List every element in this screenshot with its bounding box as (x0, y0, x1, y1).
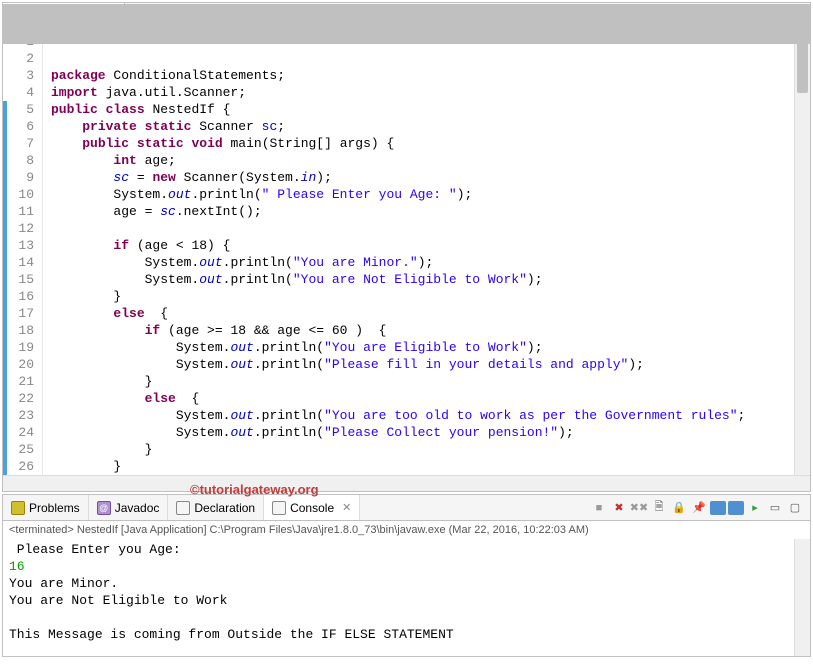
javadoc-icon: @ (97, 501, 111, 515)
vertical-scrollbar[interactable] (794, 29, 810, 475)
console-status: <terminated> NestedIf [Java Application]… (3, 521, 810, 539)
console-toolbar: ■ ✖ ✖✖ 🗎 🔒 📌 ▸ ▭ ▢ (590, 499, 804, 517)
bottom-pane: Problems @ Javadoc Declaration Console ✕… (2, 494, 811, 657)
remove-all-icon[interactable]: ✖✖ (630, 499, 648, 517)
console-icon (272, 501, 286, 515)
maximize-pane-icon[interactable]: ▢ (786, 499, 804, 517)
console-scrollbar[interactable] (794, 539, 810, 656)
horizontal-scrollbar[interactable] (3, 475, 810, 491)
tab-declaration[interactable]: Declaration (168, 495, 264, 520)
pin-console-icon[interactable]: 📌 (690, 499, 708, 517)
tab-javadoc[interactable]: @ Javadoc (89, 495, 169, 520)
minimize-pane-icon[interactable]: ▭ (766, 499, 784, 517)
bottom-tab-bar: Problems @ Javadoc Declaration Console ✕… (3, 495, 810, 521)
line-gutter: 1234567891011121314151617181920212223242… (3, 29, 43, 475)
terminate-icon[interactable]: ■ (590, 499, 608, 517)
code-area[interactable]: 1234567891011121314151617181920212223242… (3, 29, 810, 475)
tab-problems[interactable]: Problems (3, 495, 89, 520)
clear-console-icon[interactable]: 🗎 (650, 499, 668, 517)
declaration-icon (176, 501, 190, 515)
console-output[interactable]: Please Enter you Age: 16You are Minor.Yo… (3, 539, 794, 656)
new-console-icon[interactable]: ▸ (746, 499, 764, 517)
tab-console[interactable]: Console ✕ (264, 495, 360, 520)
editor-pane: J NestedIf.java ✕ 1234567891011121314151… (2, 2, 811, 492)
code-content[interactable]: package ConditionalStatements;import jav… (43, 29, 794, 475)
open-console-icon[interactable] (728, 501, 744, 515)
problems-icon (11, 501, 25, 515)
scroll-lock-icon[interactable]: 🔒 (670, 499, 688, 517)
display-selected-icon[interactable] (710, 501, 726, 515)
watermark: ©tutorialgateway.org (190, 482, 319, 497)
close-icon[interactable]: ✕ (342, 501, 351, 514)
remove-launch-icon[interactable]: ✖ (610, 499, 628, 517)
